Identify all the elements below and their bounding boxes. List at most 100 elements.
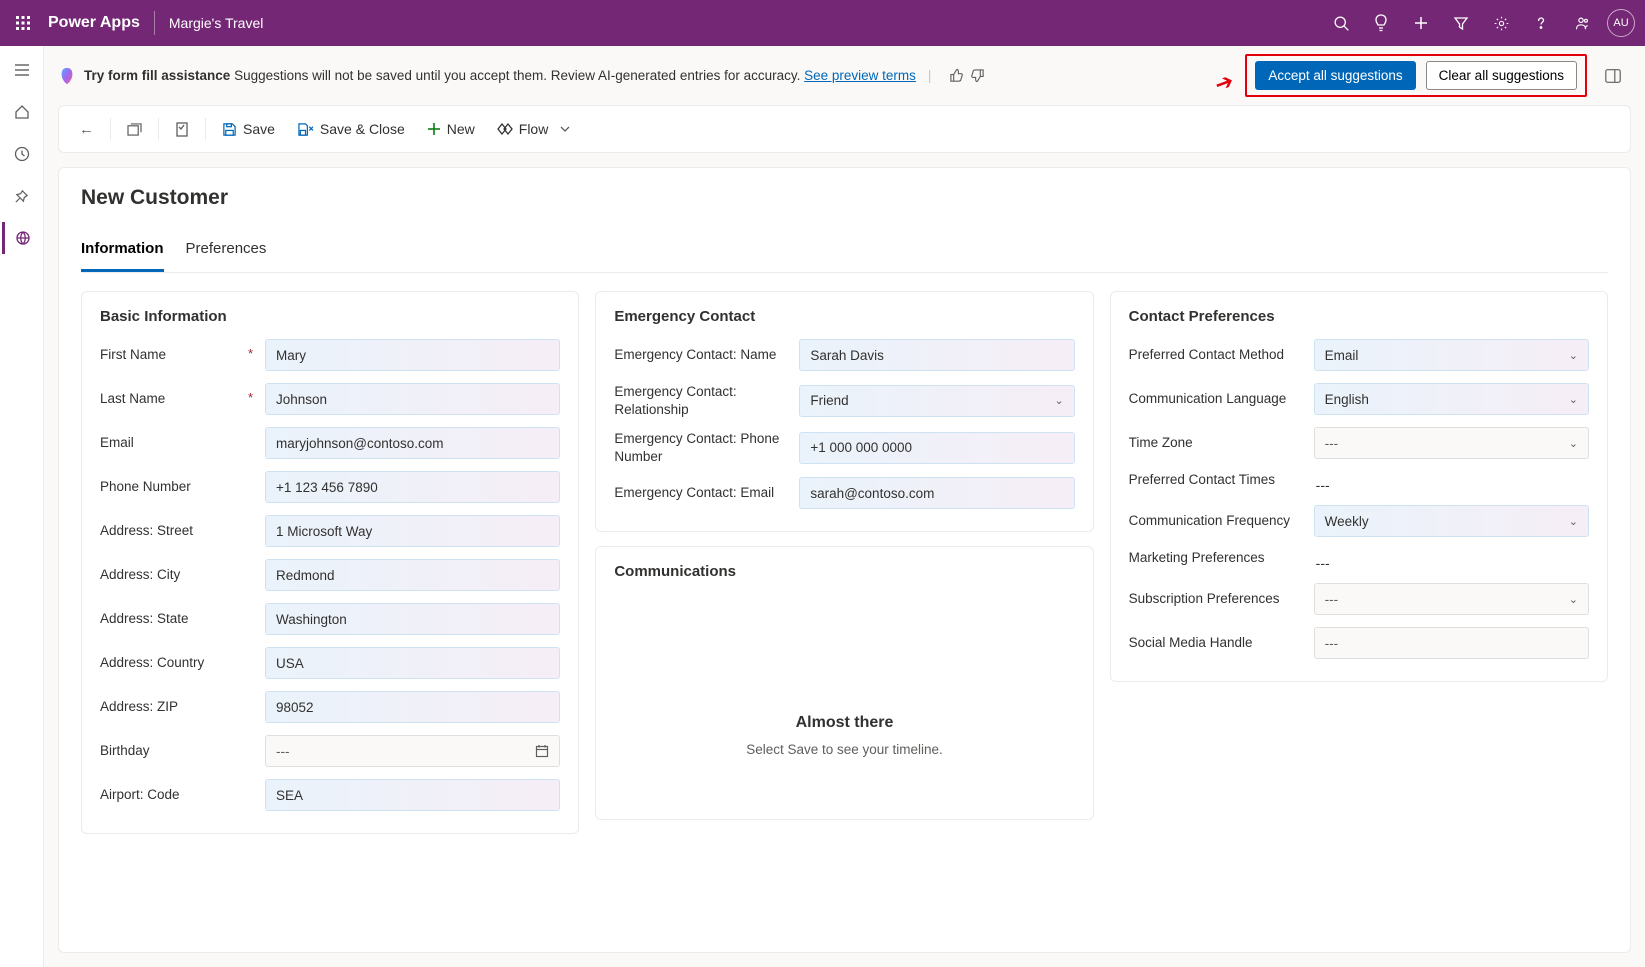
social-input[interactable]: ---	[1314, 627, 1589, 659]
help-icon[interactable]	[1521, 0, 1561, 46]
new-button[interactable]: New	[419, 117, 483, 141]
lastname-input[interactable]: Johnson	[265, 383, 560, 415]
app-bar: Power Apps Margie's Travel AU	[0, 0, 1645, 46]
tabs: Information Preferences	[81, 232, 1608, 273]
field-label: Address: Street	[100, 522, 255, 540]
tab-information[interactable]: Information	[81, 232, 164, 272]
checklist-button[interactable]	[167, 118, 197, 141]
section-title: Communications	[614, 563, 1074, 580]
firstname-input[interactable]: Mary	[265, 339, 560, 371]
suggestion-actions-highlight: ➔ Accept all suggestions Clear all sugge…	[1245, 54, 1587, 97]
left-rail	[0, 46, 44, 967]
field-label: Address: Country	[100, 654, 255, 672]
lightbulb-icon[interactable]	[1361, 0, 1401, 46]
phone-input[interactable]: +1 123 456 7890	[265, 471, 560, 503]
filter-icon[interactable]	[1441, 0, 1481, 46]
teams-icon[interactable]	[1561, 0, 1601, 46]
thumbs-down-icon[interactable]	[970, 68, 985, 83]
contact-preferences-section: Contact Preferences Preferred Contact Me…	[1110, 291, 1608, 682]
recent-icon[interactable]	[4, 138, 40, 170]
field-label: Emergency Contact: Email	[614, 484, 789, 502]
field-label: First Name*	[100, 346, 255, 364]
preview-terms-link[interactable]: See preview terms	[804, 68, 916, 83]
accept-all-button[interactable]: Accept all suggestions	[1255, 61, 1415, 90]
field-label: Last Name*	[100, 390, 255, 408]
open-new-window-button[interactable]	[119, 119, 150, 140]
section-title: Contact Preferences	[1129, 308, 1589, 325]
birthday-input[interactable]: ---	[265, 735, 560, 767]
add-icon[interactable]	[1401, 0, 1441, 46]
section-title: Basic Information	[100, 308, 560, 325]
state-input[interactable]: Washington	[265, 603, 560, 635]
language-select[interactable]: English⌄	[1314, 383, 1589, 415]
field-label: Airport: Code	[100, 786, 255, 804]
banner-text: Try form fill assistance Suggestions wil…	[84, 68, 916, 83]
chevron-down-icon: ⌄	[1569, 515, 1578, 528]
field-label: Communication Language	[1129, 390, 1304, 408]
command-bar: ← Save Save & Close New Flow	[59, 106, 1630, 152]
section-title: Emergency Contact	[614, 308, 1074, 325]
brand-label: Power Apps	[48, 14, 140, 32]
copilot-icon	[58, 67, 76, 85]
field-label: Marketing Preferences	[1129, 549, 1304, 567]
field-label: Time Zone	[1129, 434, 1304, 452]
pin-icon[interactable]	[4, 180, 40, 212]
field-label: Email	[100, 434, 255, 452]
marketing-value[interactable]: ---	[1314, 549, 1589, 571]
back-button[interactable]: ←	[71, 117, 102, 142]
field-label: Address: ZIP	[100, 698, 255, 716]
calendar-icon[interactable]	[535, 744, 549, 758]
chevron-down-icon: ⌄	[1569, 437, 1578, 450]
chevron-down-icon: ⌄	[1569, 349, 1578, 362]
basic-information-section: Basic Information First Name* Mary Last N…	[81, 291, 579, 834]
field-label: Social Media Handle	[1129, 634, 1304, 652]
timezone-select[interactable]: ---⌄	[1314, 427, 1589, 459]
flow-button[interactable]: Flow	[489, 117, 579, 141]
field-label: Communication Frequency	[1129, 512, 1304, 530]
timeline-empty-state: Almost there Select Save to see your tim…	[614, 594, 1074, 797]
page-title: New Customer	[81, 186, 1608, 210]
field-label: Address: State	[100, 610, 255, 628]
empty-title: Almost there	[634, 714, 1054, 732]
country-input[interactable]: USA	[265, 647, 560, 679]
home-icon[interactable]	[4, 96, 40, 128]
menu-icon[interactable]	[4, 54, 40, 86]
ec-email-input[interactable]: sarah@contoso.com	[799, 477, 1074, 509]
field-label: Emergency Contact: Phone Number	[614, 430, 789, 465]
zip-input[interactable]: 98052	[265, 691, 560, 723]
divider	[154, 11, 155, 35]
chevron-down-icon: ⌄	[1569, 393, 1578, 406]
field-label: Subscription Preferences	[1129, 590, 1304, 608]
waffle-icon[interactable]	[10, 10, 36, 36]
field-label: Birthday	[100, 742, 255, 760]
clear-all-button[interactable]: Clear all suggestions	[1426, 61, 1577, 90]
contact-times-value[interactable]: ---	[1314, 471, 1589, 493]
ec-relationship-select[interactable]: Friend⌄	[799, 385, 1074, 417]
email-input[interactable]: maryjohnson@contoso.com	[265, 427, 560, 459]
field-label: Preferred Contact Times	[1129, 471, 1304, 489]
city-input[interactable]: Redmond	[265, 559, 560, 591]
field-label: Emergency Contact: Name	[614, 346, 789, 364]
contact-method-select[interactable]: Email⌄	[1314, 339, 1589, 371]
ec-name-input[interactable]: Sarah Davis	[799, 339, 1074, 371]
search-icon[interactable]	[1321, 0, 1361, 46]
field-label: Address: City	[100, 566, 255, 584]
chevron-down-icon: ⌄	[1569, 593, 1578, 606]
street-input[interactable]: 1 Microsoft Way	[265, 515, 560, 547]
thumbs-up-icon[interactable]	[949, 68, 964, 83]
field-label: Preferred Contact Method	[1129, 346, 1304, 364]
frequency-select[interactable]: Weekly⌄	[1314, 505, 1589, 537]
save-button[interactable]: Save	[214, 117, 283, 141]
avatar[interactable]: AU	[1607, 9, 1635, 37]
field-label: Emergency Contact: Relationship	[614, 383, 789, 418]
subscription-select[interactable]: ---⌄	[1314, 583, 1589, 615]
environment-name[interactable]: Margie's Travel	[169, 15, 263, 31]
entity-icon[interactable]	[2, 222, 38, 254]
emergency-contact-section: Emergency Contact Emergency Contact: Nam…	[595, 291, 1093, 532]
tab-preferences[interactable]: Preferences	[186, 232, 267, 272]
airport-input[interactable]: SEA	[265, 779, 560, 811]
ec-phone-input[interactable]: +1 000 000 0000	[799, 432, 1074, 464]
gear-icon[interactable]	[1481, 0, 1521, 46]
copilot-pane-toggle-icon[interactable]	[1595, 58, 1631, 94]
save-close-button[interactable]: Save & Close	[289, 117, 413, 141]
